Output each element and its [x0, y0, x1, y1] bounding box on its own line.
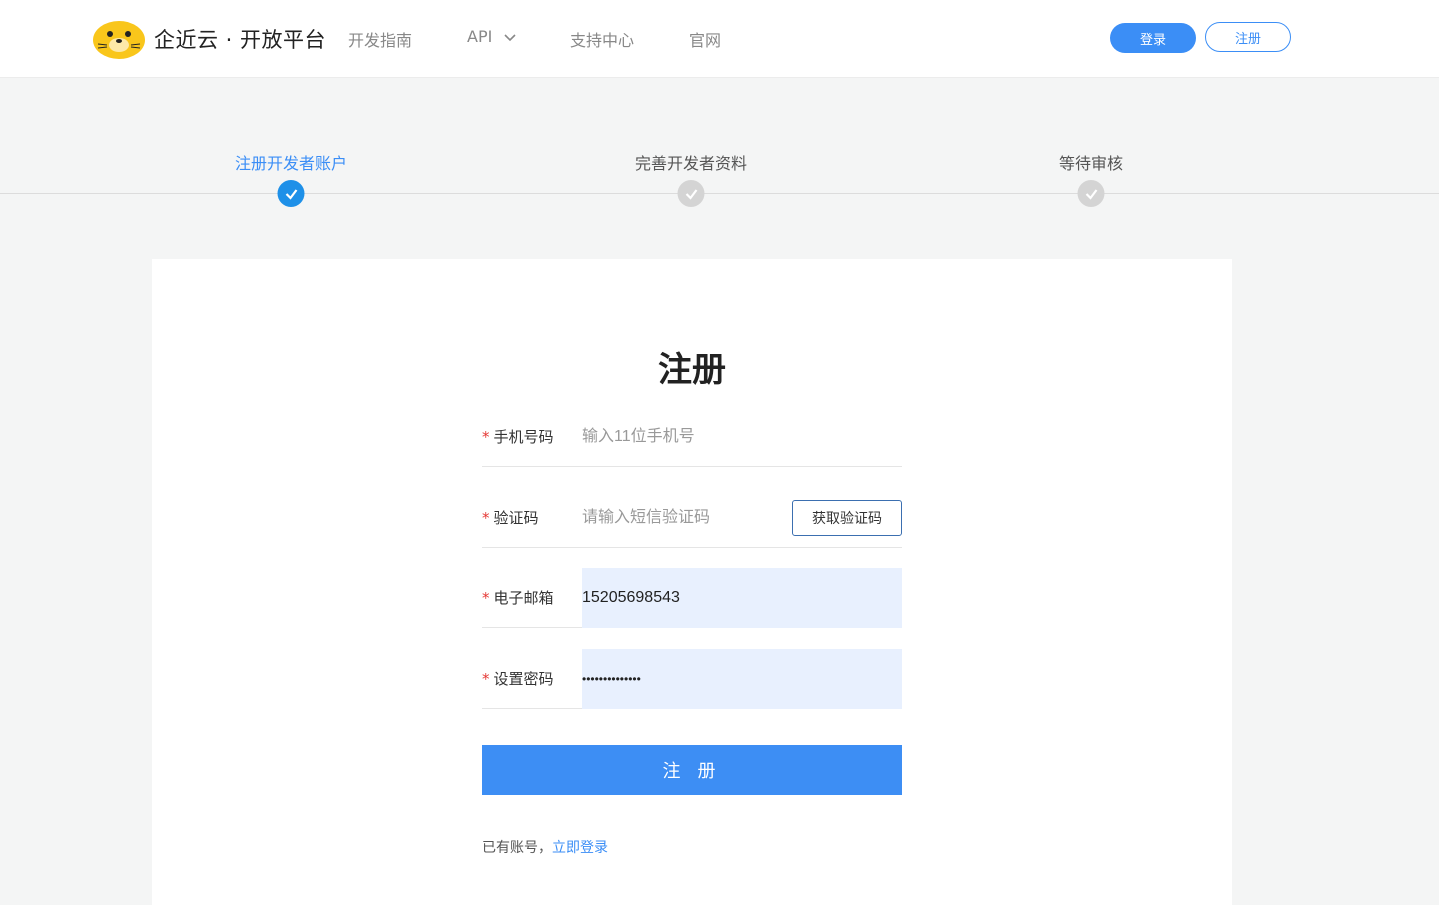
sms-code-input[interactable]	[582, 488, 782, 548]
nav-api[interactable]: API	[467, 27, 492, 46]
required-mark: *	[482, 589, 490, 607]
top-header: 企近云 · 开放平台 开发指南 API 支持中心 官网 登录 注册	[0, 0, 1439, 78]
login-button[interactable]: 登录	[1110, 23, 1196, 53]
email-label: * 电子邮箱	[482, 589, 554, 607]
required-mark: *	[482, 670, 490, 688]
password-input[interactable]	[582, 649, 902, 709]
steps-progress-line	[0, 193, 1439, 194]
login-now-link[interactable]: 立即登录	[552, 840, 608, 856]
nav-official-site[interactable]: 官网	[689, 27, 721, 51]
get-code-button[interactable]: 获取验证码	[792, 500, 902, 536]
code-row: *验证码 获取验证码	[482, 488, 902, 548]
form-title: 注册	[658, 350, 726, 390]
chevron-down-icon[interactable]	[503, 31, 517, 45]
step-3-check-icon	[1077, 180, 1105, 207]
phone-label: * 手机号码	[482, 428, 554, 446]
password-label: * 设置密码	[482, 670, 554, 688]
submit-register-button[interactable]: 注 册	[482, 745, 902, 795]
mascot-logo-icon[interactable]	[92, 18, 148, 60]
step-1-label: 注册开发者账户	[234, 154, 348, 173]
email-row: * 电子邮箱	[482, 568, 902, 628]
step-3-label: 等待审核	[1058, 154, 1124, 173]
nav-support-center[interactable]: 支持中心	[570, 27, 634, 51]
required-mark: *	[482, 428, 490, 446]
register-card: 注册 *手机号码 *验证码 获取验证码 *电子邮箱 *设置密码 注 册 已有账号…	[152, 259, 1232, 905]
password-row: * 设置密码	[482, 649, 902, 709]
step-1-check-icon	[277, 180, 305, 207]
login-prompt: 已有账号，立即登录	[482, 837, 608, 857]
code-label: * 验证码	[482, 509, 539, 527]
nav-dev-guide[interactable]: 开发指南	[348, 27, 412, 51]
step-2-check-icon	[677, 180, 705, 207]
step-2-label: 完善开发者资料	[634, 154, 748, 173]
email-input[interactable]	[582, 568, 902, 628]
brand-title[interactable]: 企近云 · 开放平台	[154, 24, 326, 54]
required-mark: *	[482, 509, 490, 527]
phone-input[interactable]	[582, 407, 782, 467]
register-button[interactable]: 注册	[1205, 22, 1291, 52]
phone-row: * 手机号码	[482, 407, 902, 467]
login-prompt-text: 已有账号，	[482, 840, 552, 856]
